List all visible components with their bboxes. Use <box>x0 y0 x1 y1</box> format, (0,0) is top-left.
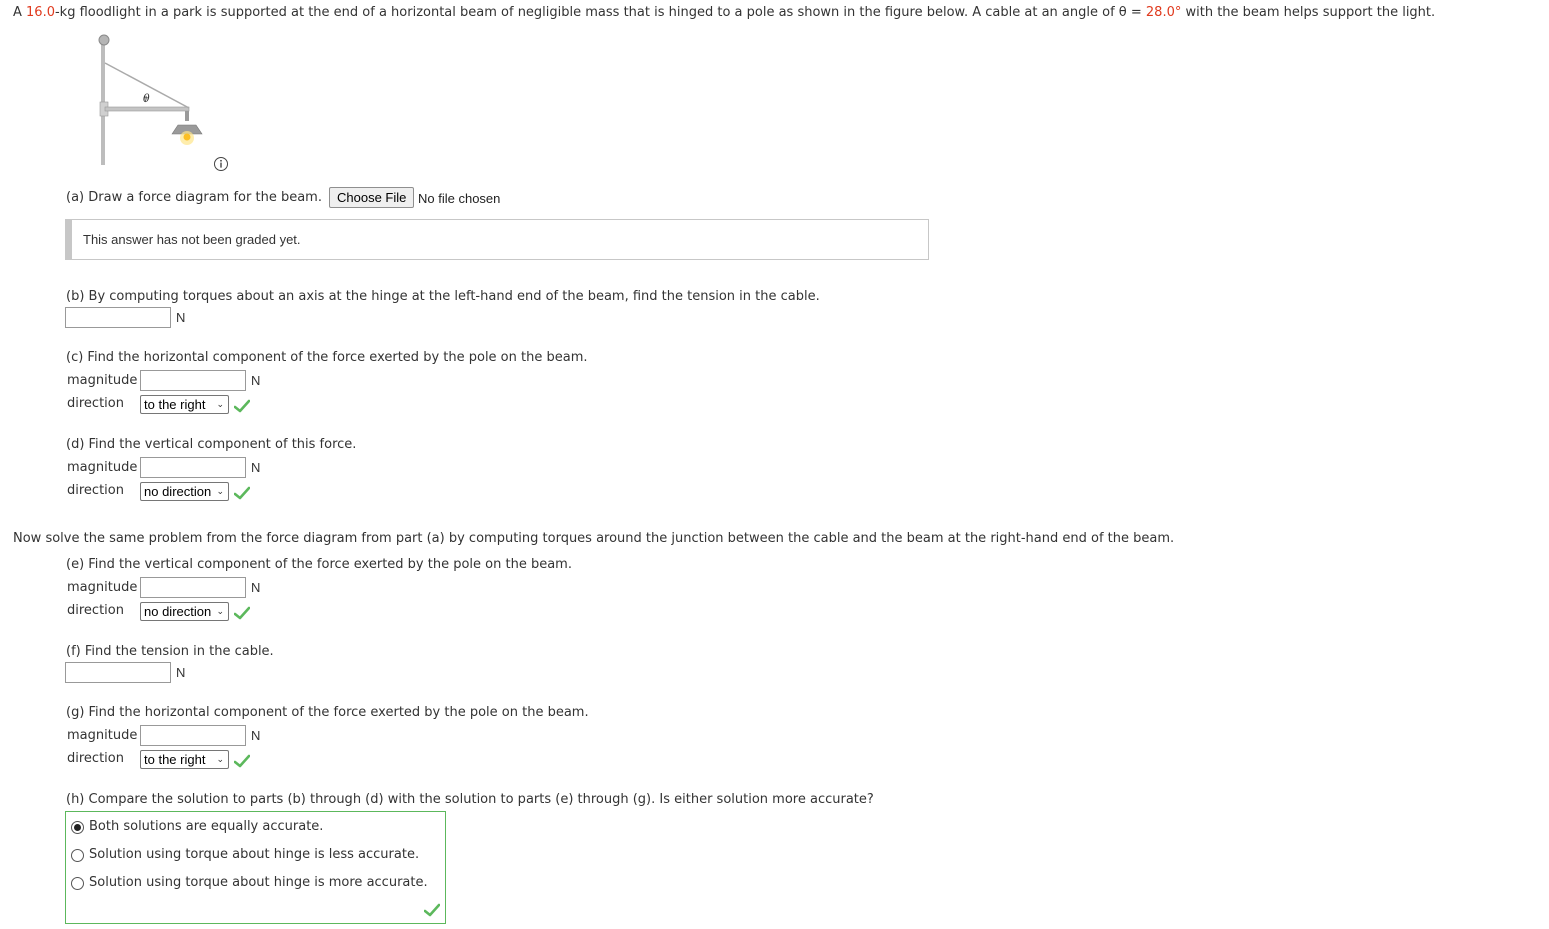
part-c-label: (c) Find the horizontal component of the… <box>66 350 588 365</box>
checkmark-icon <box>234 606 250 620</box>
part-h-label: (h) Compare the solution to parts (b) th… <box>66 792 874 807</box>
part-e-magnitude-input[interactable] <box>140 577 246 598</box>
part-b-tension-input[interactable] <box>65 307 171 328</box>
part-c-direction-select[interactable]: to the right ⌄ <box>140 395 229 414</box>
checkmark-icon <box>234 754 250 768</box>
part-c-direction-value: to the right <box>144 397 206 412</box>
part-g-direction-label: direction <box>67 751 124 766</box>
grading-status-text: This answer has not been graded yet. <box>83 232 301 247</box>
part-d-unit: N <box>251 460 261 475</box>
checkmark-icon <box>424 903 440 917</box>
info-icon[interactable] <box>213 156 229 172</box>
part-d-direction-value: no direction <box>144 484 212 499</box>
now-solve-instructions: Now solve the same problem from the forc… <box>13 531 1175 546</box>
pole-cap <box>98 34 110 46</box>
part-d-magnitude-input[interactable] <box>140 457 246 478</box>
light-bulb <box>183 133 191 141</box>
part-g-direction-select[interactable]: to the right ⌄ <box>140 750 229 769</box>
checkmark-icon <box>234 486 250 500</box>
part-g-magnitude-label: magnitude <box>67 728 138 743</box>
no-file-status: No file chosen <box>418 191 501 206</box>
part-e-magnitude-label: magnitude <box>67 580 138 595</box>
radio-option-3[interactable] <box>71 877 84 890</box>
radio-option-2[interactable] <box>71 849 84 862</box>
part-d-magnitude-label: magnitude <box>67 460 138 475</box>
chevron-down-icon: ⌄ <box>216 754 224 764</box>
part-c-unit: N <box>251 373 261 388</box>
part-b-unit: N <box>176 310 186 325</box>
angle-value: 28.0° <box>1145 5 1182 20</box>
option-1-label[interactable]: Both solutions are equally accurate. <box>89 819 323 834</box>
part-c-direction-label: direction <box>67 396 124 411</box>
part-g-magnitude-input[interactable] <box>140 725 246 746</box>
option-3-label[interactable]: Solution using torque about hinge is mor… <box>89 875 428 890</box>
part-c-magnitude-input[interactable] <box>140 370 246 391</box>
chevron-down-icon: ⌄ <box>216 399 224 409</box>
part-f-label: (f) Find the tension in the cable. <box>66 644 274 659</box>
part-f-unit: N <box>176 665 186 680</box>
part-f-tension-input[interactable] <box>65 662 171 683</box>
beam <box>104 106 190 112</box>
part-c-magnitude-label: magnitude <box>67 373 138 388</box>
problem-statement: A 16.0-kg floodlight in a park is suppor… <box>13 5 1436 20</box>
part-e-unit: N <box>251 580 261 595</box>
part-g-unit: N <box>251 728 261 743</box>
option-2-label[interactable]: Solution using torque about hinge is les… <box>89 847 419 862</box>
part-a-label: (a) Draw a force diagram for the beam. <box>66 190 322 205</box>
part-d-label: (d) Find the vertical component of this … <box>66 437 357 452</box>
chevron-down-icon: ⌄ <box>216 486 224 496</box>
lamp-stem <box>185 111 189 121</box>
part-g-direction-value: to the right <box>144 752 206 767</box>
checkmark-icon <box>234 399 250 413</box>
part-e-direction-value: no direction <box>144 604 212 619</box>
part-g-label: (g) Find the horizontal component of the… <box>66 705 589 720</box>
part-b-label: (b) By computing torques about an axis a… <box>66 289 820 304</box>
part-e-direction-label: direction <box>67 603 124 618</box>
part-d-direction-label: direction <box>67 483 124 498</box>
mass-value: 16.0 <box>26 5 55 20</box>
part-e-direction-select[interactable]: no direction ⌄ <box>140 602 229 621</box>
radio-option-1[interactable] <box>71 821 84 834</box>
part-d-direction-select[interactable]: no direction ⌄ <box>140 482 229 501</box>
chevron-down-icon: ⌄ <box>216 606 224 616</box>
choose-file-button[interactable]: Choose File <box>329 187 415 208</box>
theta-label: θ <box>143 92 150 105</box>
part-e-label: (e) Find the vertical component of the f… <box>66 557 572 572</box>
floodlight-figure: θ <box>98 34 203 165</box>
